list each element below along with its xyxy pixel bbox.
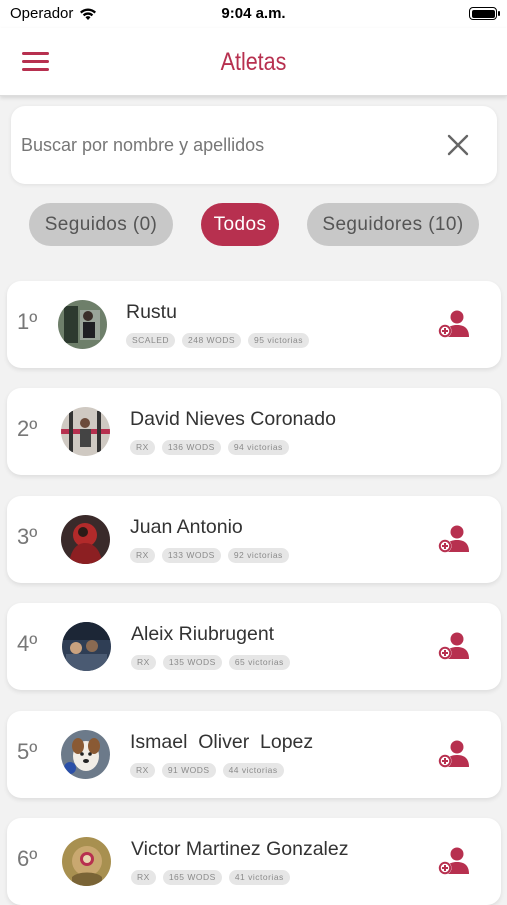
category-badge: RX <box>130 440 155 455</box>
victories-badge: 44 victorias <box>222 763 284 778</box>
victories-badge: 65 victorias <box>228 655 290 670</box>
wods-badge: 91 WODS <box>161 763 216 778</box>
avatar <box>61 515 110 564</box>
athlete-card[interactable]: 4º Aleix Riubrugent RX 135 WODS 65 victo… <box>7 603 501 690</box>
athlete-tags: RX 135 WODS 65 victorias <box>131 655 290 670</box>
search-box <box>11 106 497 184</box>
athlete-name: Aleix Riubrugent <box>131 623 275 645</box>
victories-badge: 95 victorias <box>248 333 310 348</box>
status-bar: Operador 9:04 a.m. <box>0 0 507 28</box>
filter-tabs: Seguidos (0) Todos Seguidores (10) <box>0 203 507 247</box>
category-badge: RX <box>130 763 155 778</box>
category-badge: RX <box>131 655 156 670</box>
wods-badge: 133 WODS <box>161 548 221 563</box>
add-user-icon[interactable] <box>437 846 471 878</box>
close-icon[interactable] <box>445 132 471 158</box>
athlete-rank: 1º <box>17 309 38 334</box>
category-badge: RX <box>130 548 155 563</box>
clock: 9:04 a.m. <box>221 5 286 22</box>
athlete-rank: 5º <box>17 739 38 764</box>
athlete-name: Juan Antonio <box>130 516 243 538</box>
category-badge: SCALED <box>126 333 176 348</box>
wods-badge: 248 WODS <box>182 333 242 348</box>
athlete-rank: 4º <box>17 631 38 656</box>
avatar <box>62 622 111 671</box>
victories-badge: 94 victorias <box>227 440 289 455</box>
athlete-name: Victor Martinez Gonzalez <box>131 838 349 860</box>
athlete-card[interactable]: 1º Rustu SCALED 248 WODS 95 victorias <box>7 281 501 368</box>
page-title: Atletas <box>220 48 287 76</box>
athlete-tags: RX 91 WODS 44 victorias <box>130 763 284 778</box>
athlete-tags: RX 133 WODS 92 victorias <box>130 548 289 563</box>
add-user-icon[interactable] <box>437 524 471 556</box>
avatar <box>62 837 111 886</box>
athlete-card[interactable]: 3º Juan Antonio RX 133 WODS 92 victorias <box>7 496 501 583</box>
battery-icon <box>469 7 500 20</box>
victories-badge: 41 victorias <box>228 870 290 885</box>
add-user-icon[interactable] <box>437 309 471 341</box>
athlete-rank: 2º <box>17 416 38 441</box>
category-badge: RX <box>131 870 156 885</box>
wods-badge: 165 WODS <box>162 870 222 885</box>
athlete-rank: 3º <box>17 524 38 549</box>
athlete-card[interactable]: 2º David Nieves Coronado RX 136 WODS 94 … <box>7 388 501 475</box>
wods-badge: 135 WODS <box>162 655 222 670</box>
athlete-tags: SCALED 248 WODS 95 victorias <box>126 333 310 348</box>
add-user-icon[interactable] <box>437 739 471 771</box>
app-header: Atletas <box>0 28 507 96</box>
avatar <box>61 407 110 456</box>
athlete-tags: RX 136 WODS 94 victorias <box>130 440 289 455</box>
athlete-name: Ismael Oliver Lopez <box>130 731 314 753</box>
filter-seguidos[interactable]: Seguidos (0) <box>29 203 173 246</box>
filter-todos[interactable]: Todos <box>201 203 279 246</box>
athlete-rank: 6º <box>17 846 38 871</box>
avatar <box>58 300 107 349</box>
athlete-card[interactable]: 5º Ismael Oliver Lopez RX 91 WODS 44 vic… <box>7 711 501 798</box>
avatar <box>61 730 110 779</box>
filter-seguidores[interactable]: Seguidores (10) <box>307 203 479 246</box>
victories-badge: 92 victorias <box>227 548 289 563</box>
add-user-icon[interactable] <box>437 631 471 663</box>
wods-badge: 136 WODS <box>161 440 221 455</box>
athlete-name: Rustu <box>126 301 177 323</box>
search-input[interactable] <box>21 124 431 166</box>
athlete-tags: RX 165 WODS 41 victorias <box>131 870 290 885</box>
athlete-name: David Nieves Coronado <box>130 408 336 430</box>
athlete-card[interactable]: 6º Victor Martinez Gonzalez RX 165 WODS … <box>7 818 501 905</box>
